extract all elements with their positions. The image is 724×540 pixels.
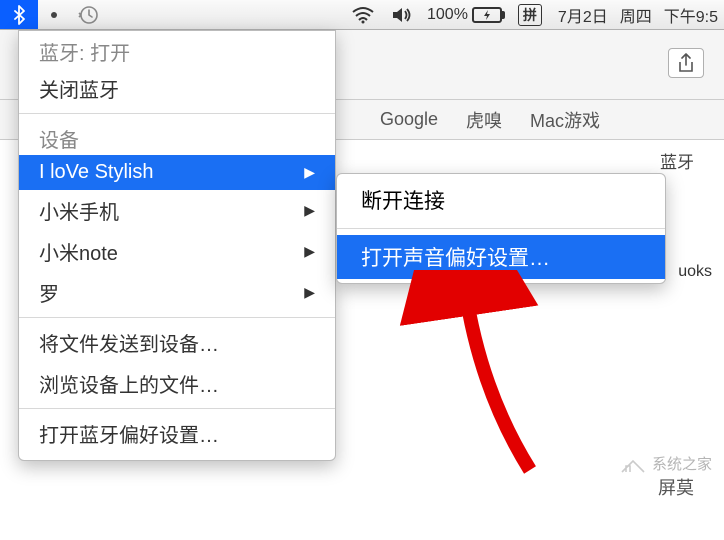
- bt-devices-label: 设备: [19, 118, 335, 155]
- side-text-partial: uoks: [678, 263, 712, 281]
- bt-device-submenu: 断开连接 打开声音偏好设置…: [336, 173, 666, 284]
- bullet-icon[interactable]: [38, 0, 70, 29]
- tab-label-partial[interactable]: 蓝牙: [660, 148, 694, 173]
- submenu-arrow-icon: ▶: [304, 202, 315, 219]
- submenu-arrow-icon: ▶: [304, 164, 315, 181]
- menu-separator: [19, 408, 335, 409]
- bookmark-macgames[interactable]: Mac游戏: [530, 107, 600, 133]
- bt-device-xiaomi-note[interactable]: 小米note ▶: [19, 231, 335, 272]
- menubar-weekday[interactable]: 周四: [614, 0, 658, 29]
- timemachine-icon[interactable]: [70, 0, 108, 29]
- menu-separator: [337, 228, 665, 229]
- bt-browse-files[interactable]: 浏览设备上的文件…: [19, 363, 335, 404]
- submenu-arrow-icon: ▶: [304, 243, 315, 260]
- footer-text-partial: 屏莫: [658, 474, 694, 500]
- input-method-label: 拼: [518, 4, 542, 26]
- menubar-date[interactable]: 7月2日: [552, 0, 614, 29]
- input-source[interactable]: 拼: [508, 0, 552, 29]
- bt-device-stylish[interactable]: I loVe Stylish ▶: [19, 155, 335, 190]
- menu-separator: [19, 113, 335, 114]
- bt-device-luo[interactable]: 罗 ▶: [19, 272, 335, 313]
- bt-turn-off[interactable]: 关闭蓝牙: [19, 68, 335, 109]
- menubar: 100% 拼 7月2日 周四 下午9:5: [0, 0, 724, 30]
- bookmark-google[interactable]: Google: [380, 109, 438, 130]
- watermark: 系统之家: [620, 453, 712, 474]
- submenu-disconnect[interactable]: 断开连接: [337, 178, 665, 222]
- menubar-time[interactable]: 下午9:5: [658, 0, 724, 29]
- volume-icon[interactable]: [383, 0, 421, 29]
- bt-open-prefs[interactable]: 打开蓝牙偏好设置…: [19, 413, 335, 454]
- bt-device-xiaomi-phone[interactable]: 小米手机 ▶: [19, 190, 335, 231]
- share-button[interactable]: [668, 48, 704, 78]
- bt-status-label: 蓝牙: 打开: [19, 31, 335, 68]
- wifi-icon[interactable]: [343, 0, 383, 29]
- bookmark-huxiu[interactable]: 虎嗅: [466, 107, 502, 133]
- bt-send-file[interactable]: 将文件发送到设备…: [19, 322, 335, 363]
- submenu-arrow-icon: ▶: [304, 284, 315, 301]
- bluetooth-menu: 蓝牙: 打开 关闭蓝牙 设备 I loVe Stylish ▶ 小米手机 ▶ 小…: [18, 30, 336, 461]
- menu-separator: [19, 317, 335, 318]
- battery-status[interactable]: 100%: [421, 0, 508, 29]
- battery-icon: [472, 7, 502, 23]
- bluetooth-icon[interactable]: [0, 0, 38, 29]
- battery-percent: 100%: [427, 6, 468, 24]
- submenu-sound-prefs[interactable]: 打开声音偏好设置…: [337, 235, 665, 279]
